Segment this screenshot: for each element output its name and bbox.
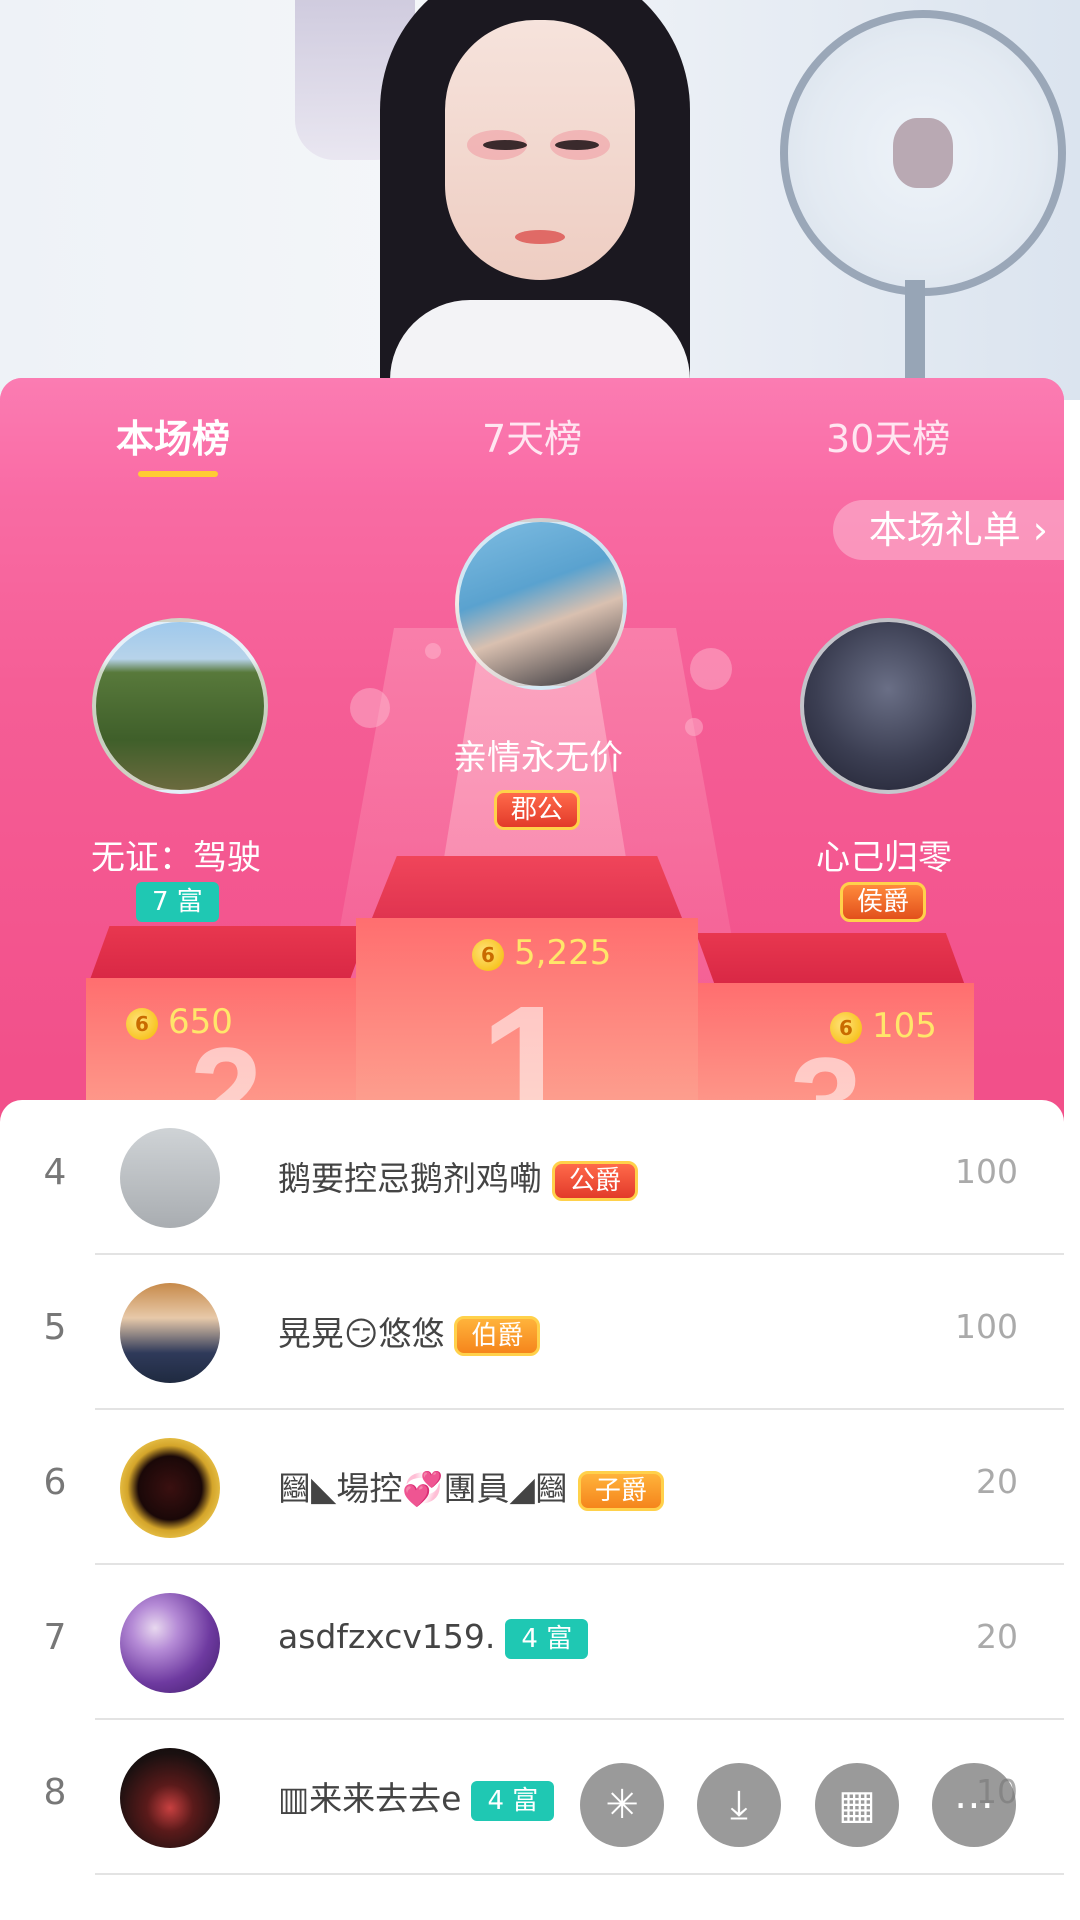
rank-number: 7: [43, 1617, 67, 1658]
bubble-decor: [350, 688, 390, 728]
noble-badge: 公爵: [552, 1160, 639, 1201]
bubble-decor: [685, 718, 703, 736]
contribution-value: 20: [976, 1617, 1018, 1656]
tab-30-days[interactable]: 30天榜: [826, 408, 950, 463]
user-name[interactable]: ▥来来去去e 4 富: [278, 1772, 555, 1821]
top1-score-value: 5,225: [514, 933, 612, 973]
list-item[interactable]: 6 圝◣場控💞團員◢圝 子爵 20: [0, 1410, 1064, 1565]
active-tab-indicator: [138, 471, 218, 477]
contribution-value: 100: [955, 1152, 1018, 1191]
rich-badge: 4 富: [505, 1618, 589, 1659]
top2-score-value: 650: [168, 1002, 233, 1042]
user-name[interactable]: 鹅要控忌鹅剂鸡嘞 公爵: [278, 1152, 639, 1201]
top2-avatar[interactable]: [92, 618, 268, 794]
top1-score: 6 5,225: [472, 933, 611, 973]
contribution-value: 100: [955, 1307, 1018, 1346]
rich-badge: 4 富: [471, 1780, 555, 1821]
user-name[interactable]: asdfzxcv159. 4 富: [278, 1617, 589, 1659]
top3-name[interactable]: 心己归零: [784, 830, 984, 879]
streamer: [270, 0, 810, 400]
top3-avatar[interactable]: [800, 618, 976, 794]
rank-number: 5: [43, 1307, 67, 1348]
rank-list: 4 鹅要控忌鹅剂鸡嘞 公爵 100 5 晃晃😏悠悠 伯爵 100 6 圝◣場控💞團員…: [0, 1100, 1064, 1920]
tab-this-session[interactable]: 本场榜: [116, 408, 230, 463]
top3-score: 6 105: [830, 1006, 937, 1046]
avatar[interactable]: [120, 1438, 220, 1538]
rank-tabs: 本场榜 7天榜 30天榜: [0, 378, 1064, 500]
bubble-decor: [425, 643, 441, 659]
top3-badge-wrap: 侯爵: [840, 882, 927, 922]
avatar[interactable]: [120, 1283, 220, 1383]
share-icon[interactable]: ✳: [580, 1763, 664, 1847]
top2-rich-badge: 7 富: [136, 882, 219, 922]
top1-noble-badge: 郡公: [494, 790, 581, 830]
noble-badge: 伯爵: [454, 1315, 541, 1356]
avatar[interactable]: [120, 1128, 220, 1228]
user-name[interactable]: 晃晃😏悠悠 伯爵: [278, 1307, 541, 1356]
more-icon[interactable]: ⋯: [932, 1763, 1016, 1847]
gift-list-button[interactable]: 本场礼单 ›: [832, 500, 1064, 560]
avatar[interactable]: [120, 1748, 220, 1848]
coin-icon: 6: [830, 1011, 862, 1044]
coin-icon: 6: [126, 1007, 158, 1040]
coin-icon: 6: [472, 938, 504, 971]
bubble-decor: [690, 648, 732, 690]
list-item[interactable]: 4 鹅要控忌鹅剂鸡嘞 公爵 100: [0, 1100, 1064, 1255]
fan-decor: [780, 10, 1066, 296]
top2-score: 6 650: [126, 1002, 233, 1042]
contribution-value: 20: [976, 1462, 1018, 1501]
list-item[interactable]: 5 晃晃😏悠悠 伯爵 100: [0, 1255, 1064, 1410]
top1-name[interactable]: 亲情永无价: [430, 730, 646, 779]
top1-badge-wrap: 郡公: [494, 790, 581, 830]
grid-icon[interactable]: ▦: [815, 1763, 899, 1847]
tab-7-days[interactable]: 7天榜: [482, 408, 582, 463]
top2-badge-wrap: 7 富: [136, 882, 219, 922]
download-icon[interactable]: ⤓: [697, 1763, 781, 1847]
top3-noble-badge: 侯爵: [840, 882, 927, 922]
live-video[interactable]: [0, 0, 1080, 400]
rank-number: 4: [43, 1152, 67, 1193]
top3-score-value: 105: [872, 1006, 937, 1046]
divider: [95, 1873, 1064, 1875]
avatar[interactable]: [120, 1593, 220, 1693]
noble-badge: 子爵: [577, 1470, 664, 1511]
rank-number: 6: [43, 1462, 67, 1503]
rank-number: 8: [43, 1772, 67, 1813]
top1-avatar[interactable]: [455, 518, 627, 690]
top2-name[interactable]: 无证：驾驶: [66, 830, 286, 879]
list-item[interactable]: 7 asdfzxcv159. 4 富 20: [0, 1565, 1064, 1720]
list-item[interactable]: 8 ▥来来去去e4 富 10: [0, 1720, 1064, 1875]
user-name[interactable]: 圝◣場控💞團員◢圝 子爵: [278, 1462, 664, 1511]
